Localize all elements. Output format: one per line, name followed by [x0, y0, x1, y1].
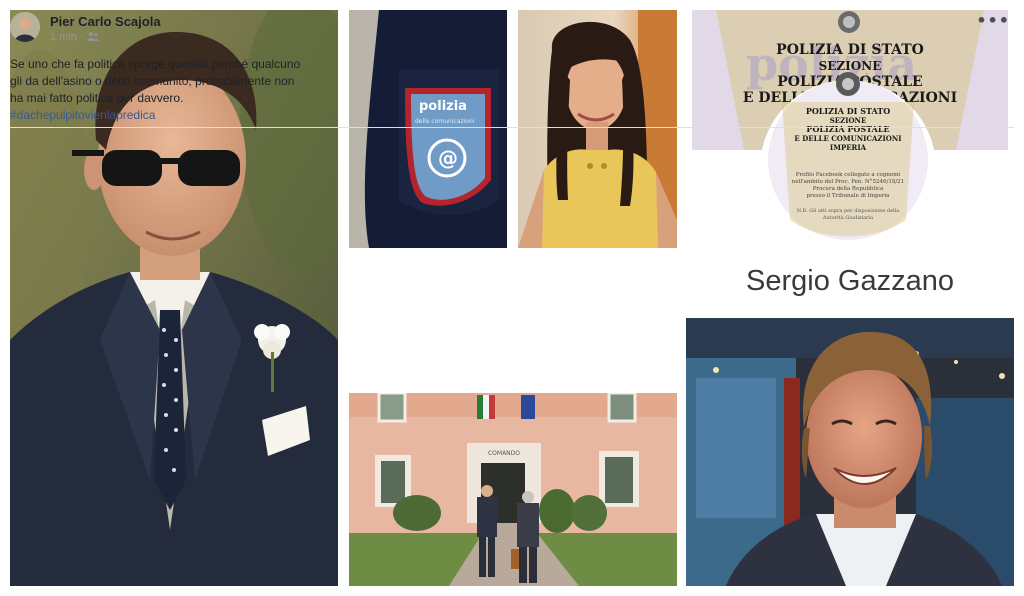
post-line-2: gli da dell'asino o dello scemunito, pro…: [10, 74, 295, 88]
person-name: Sergio Gazzano: [746, 265, 954, 297]
post-meta: 1 min ·: [50, 31, 99, 44]
seal-title-1: POLIZIA DI STATO: [776, 42, 924, 58]
post-body: Se uno che fa politica sporge querela pe…: [10, 56, 320, 124]
photo-police-patch: polizia delle comunicazioni @: [349, 10, 507, 248]
friends-audience-icon: [86, 31, 99, 44]
stamp-line-1: POLIZIA DI STATO: [806, 106, 890, 116]
stamp-small-4: presso il Tribunale di Imperia: [807, 193, 891, 199]
photo-police-building: COMANDO: [349, 393, 677, 586]
more-options-icon[interactable]: •••: [976, 11, 1010, 30]
svg-text:@: @: [438, 146, 458, 170]
post-time[interactable]: 1 min: [50, 31, 77, 43]
post-hashtag[interactable]: #dachepulpitovienlapredica: [10, 107, 320, 124]
stamp-line-4: E DELLE COMUNICAZIONI: [794, 134, 901, 143]
emblem-icon: [838, 11, 860, 33]
seal-title-2: SEZIONE: [819, 59, 882, 73]
stamp-small-5: N.B. Gli atti sopra per disposizione del…: [797, 208, 899, 214]
post-author[interactable]: Pier Carlo Scajola: [50, 14, 161, 29]
meta-separator: ·: [79, 31, 84, 43]
stamp-emblem-icon: [836, 72, 860, 96]
photo-woman: [518, 10, 677, 248]
stamp-small-6: Autorità Giudiziaria: [822, 214, 873, 221]
stamp-small-1: Profilo Facebook collegato a cognomi: [796, 172, 901, 178]
post-line-1: Se uno che fa politica sporge querela pe…: [10, 57, 301, 71]
police-document-tile: polizia POLIZIA DI STATO SEZIONE POLIZIA…: [686, 10, 1014, 314]
stamp-line-3: POLIZIA POSTALE: [806, 124, 889, 134]
post-line-3: ha mai fatto politica per davvero.: [10, 91, 184, 105]
post-divider: [10, 127, 1014, 128]
photo-smiling-man: [686, 318, 1014, 586]
patch-label-polizia: polizia: [419, 99, 467, 114]
avatar[interactable]: [10, 12, 40, 42]
stamp-line-5: IMPERIA: [830, 143, 867, 152]
building-sign: COMANDO: [488, 450, 520, 457]
patch-label-comunicazioni: delle comunicazioni: [415, 118, 475, 125]
stamp-small-2: nell'ambito del Proc. Pen. N°5246/18/21: [792, 179, 904, 185]
stamp-small-3: Procura della Repubblica: [813, 186, 884, 192]
